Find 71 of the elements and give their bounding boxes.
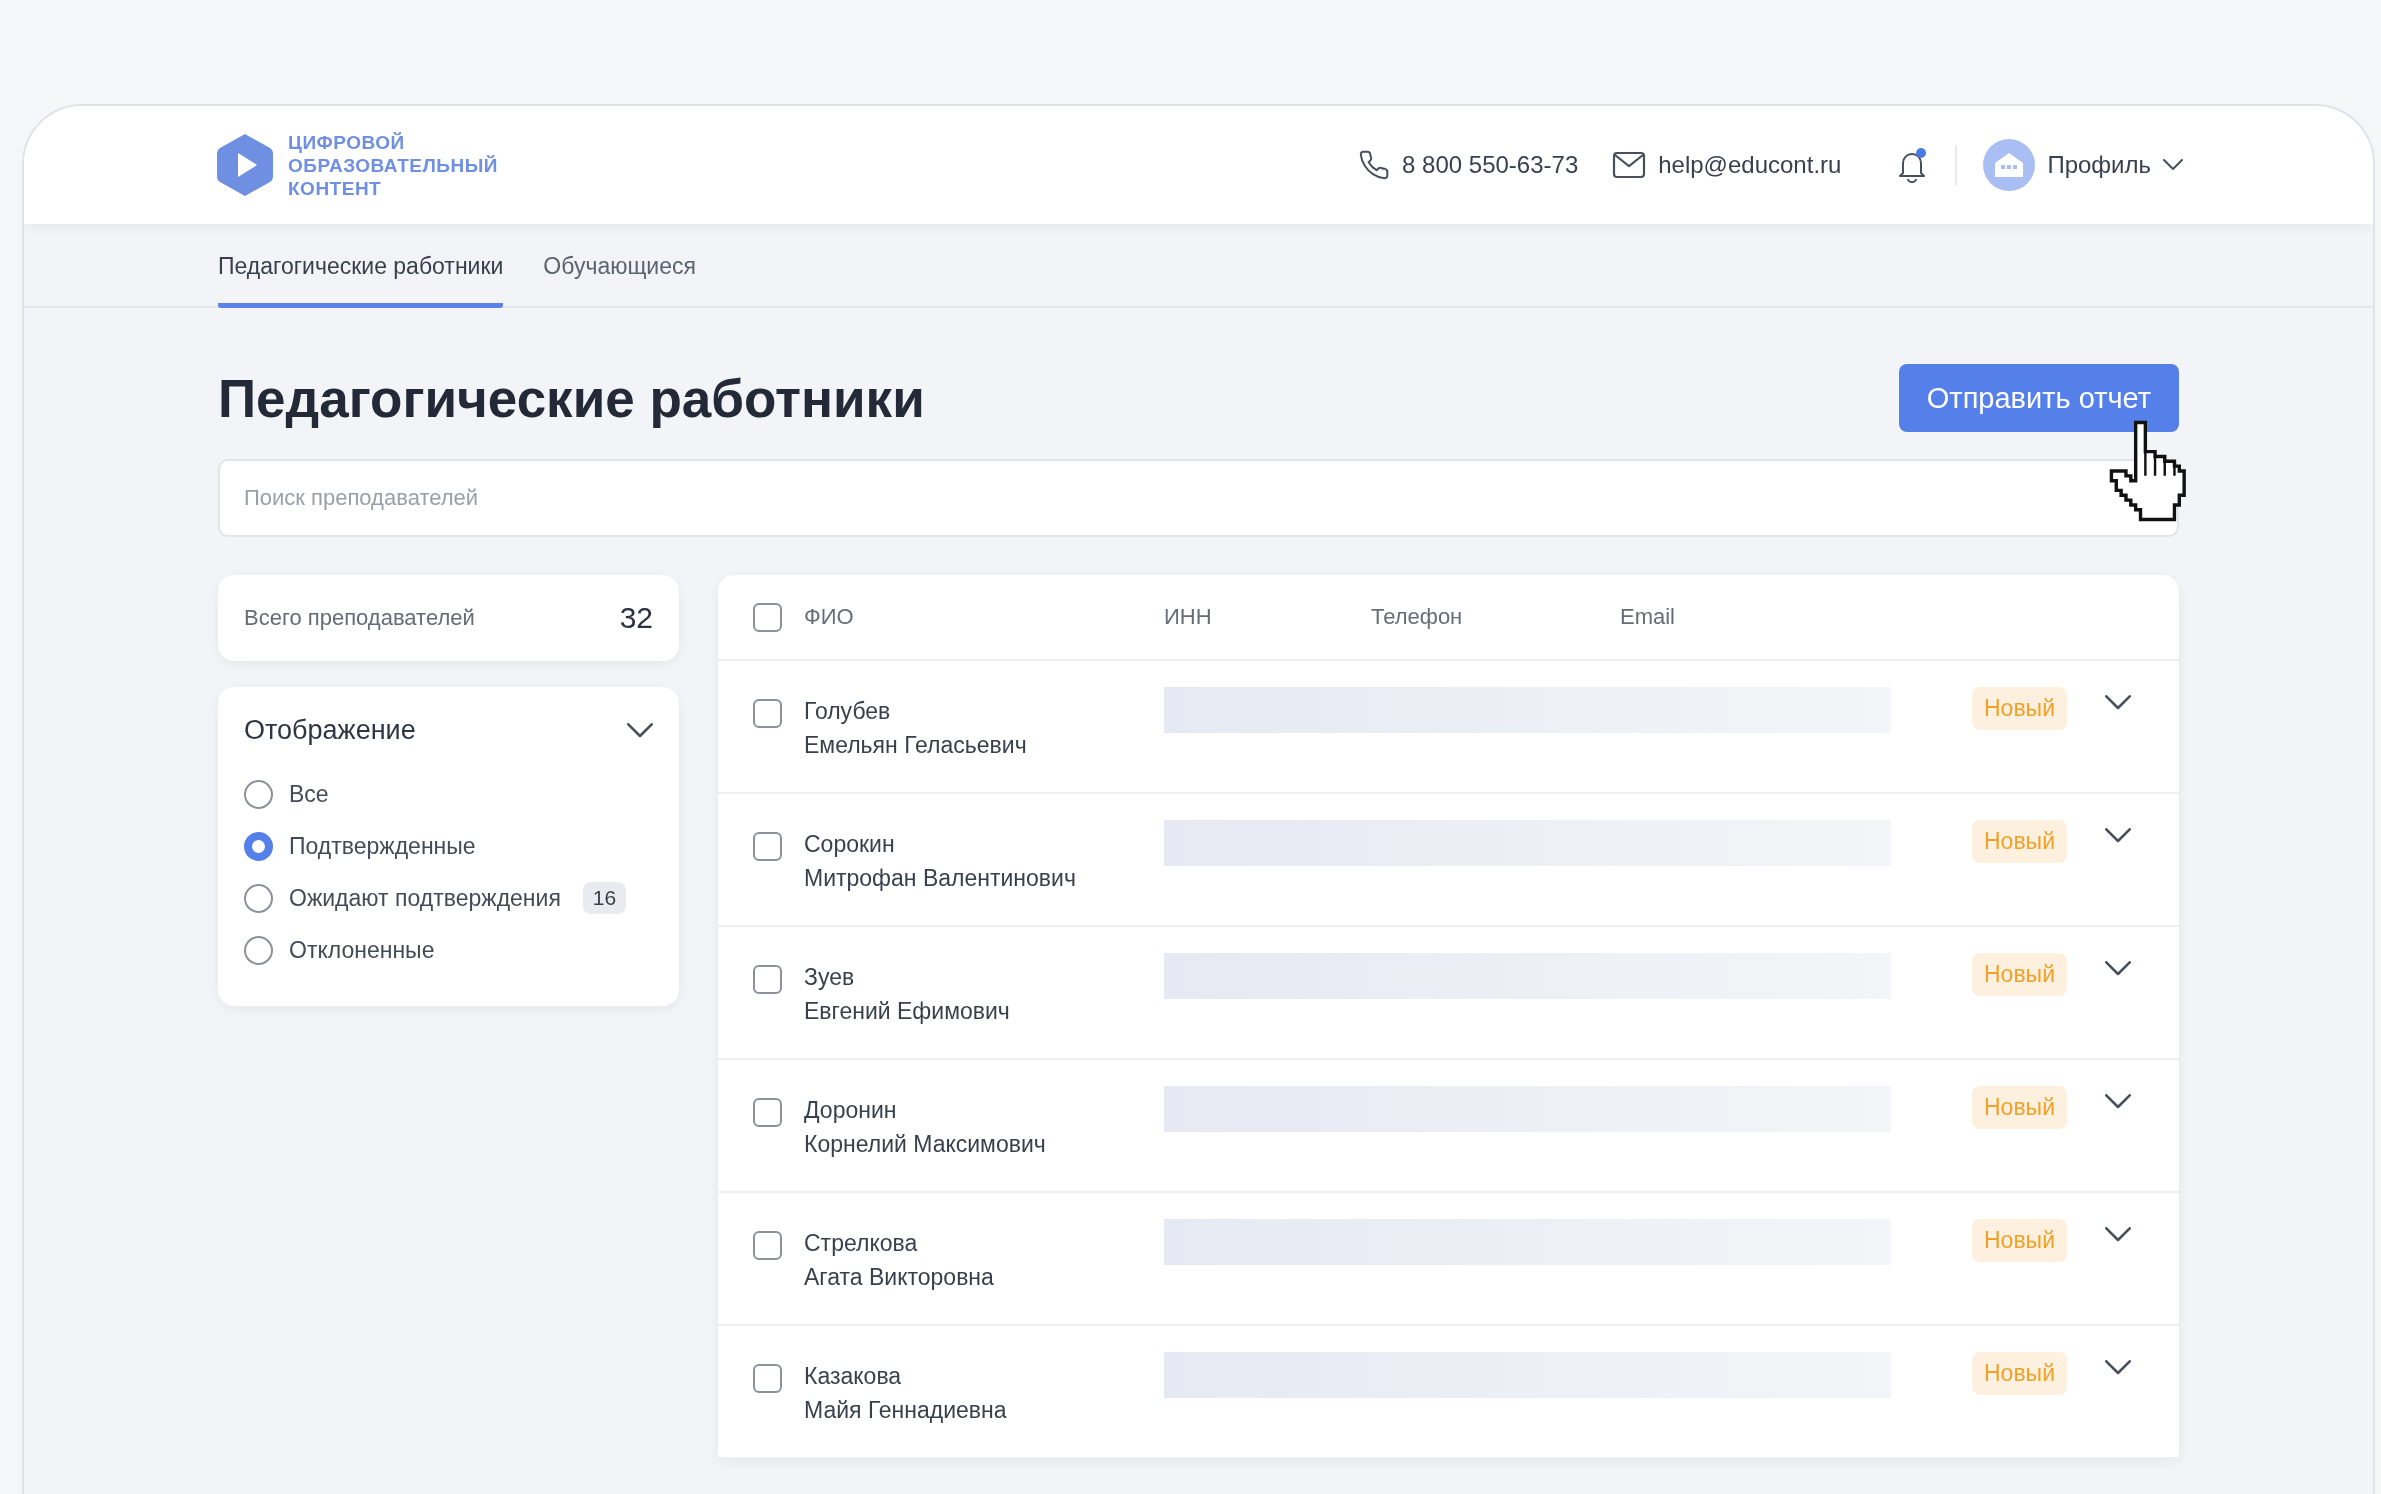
chevron-icon [2105,1227,2131,1243]
total-label: Всего преподавателей [244,605,475,631]
expand-button[interactable] [2105,828,2131,844]
given-names: Емельян Геласьевич [804,731,1028,759]
expand-button[interactable] [2105,961,2131,977]
status-badge: Новый [1972,1219,2067,1262]
radio-button[interactable] [244,883,273,913]
total-count: 32 [619,601,653,635]
radio-button[interactable] [244,831,273,861]
email-address: help@educont.ru [1658,151,1842,179]
given-names: Майя Геннадиевна [804,1396,1008,1424]
row-checkbox[interactable] [753,1231,782,1260]
expand-button[interactable] [2105,695,2131,711]
select-all-checkbox[interactable] [753,602,782,632]
filter-title: Отображение [244,715,416,746]
chevron-icon [2105,695,2131,711]
logo-text: ЦИФРОВОЙ ОБРАЗОВАТЕЛЬНЫЙ КОНТЕНТ [288,130,498,200]
send-report-button[interactable]: Отправить отчет [1898,364,2179,432]
expand-button[interactable] [2105,1094,2131,1110]
chevron-icon [627,722,653,739]
status-badge: Новый [1972,1352,2067,1395]
surname: Стрелкова [804,1229,919,1257]
surname: Казакова [804,1362,903,1390]
option-label: Отклоненные [289,936,435,964]
option-label: Все [289,780,329,808]
phone-number: 8 800 550-63-73 [1402,151,1579,179]
chevron-icon [2105,828,2131,844]
row-checkbox[interactable] [753,699,782,728]
expand-button[interactable] [2105,1360,2131,1376]
row-checkbox[interactable] [753,1098,782,1127]
status-badge: Новый [1972,687,2067,730]
avatar-icon [1983,139,2036,191]
page-title: Педагогические работники [218,367,925,429]
column-header: Телефон [1371,604,1464,630]
status-badge: Новый [1972,953,2067,996]
column-header: ИНН [1164,604,1213,630]
column-header: ФИО [804,604,855,630]
profile-menu[interactable]: Профиль [1983,139,2183,191]
envelope-icon [1612,151,1647,179]
hand-cursor-icon [2108,420,2189,522]
chevron-icon [2105,961,2131,977]
search-field[interactable]: Поиск преподавателей [218,459,2179,537]
row-checkbox[interactable] [753,1364,782,1393]
chevron-icon [2105,1094,2131,1110]
radio-button[interactable] [244,779,273,809]
nav-tab[interactable]: Обучающиеся [543,224,696,308]
given-names: Евгений Ефимович [804,997,1011,1025]
surname: Голубев [804,697,892,725]
chevron-icon [2105,1360,2131,1376]
phone-link[interactable]: 8 800 550-63-73 [1358,149,1579,181]
row-checkbox[interactable] [753,965,782,994]
option-label: Подтвержденные [289,832,476,860]
play-hexagon-icon [216,132,274,198]
column-header: Email [1620,604,1676,630]
given-names: Корнелий Максимович [804,1130,1047,1158]
option-label: Ожидают подтверждения [289,884,561,912]
phone-icon [1358,149,1391,181]
surname: Доронин [804,1096,898,1124]
status-badge: Новый [1972,820,2067,863]
given-names: Агата Викторовна [804,1263,995,1291]
surname: Сорокин [804,830,896,858]
count-badge: 16 [582,882,627,914]
radio-button[interactable] [244,935,273,965]
caret-icon [2163,159,2183,171]
row-checkbox[interactable] [753,832,782,861]
nav-tab[interactable]: Педагогические работники [218,224,504,308]
email-link[interactable]: help@educont.ru [1612,151,1842,179]
status-badge: Новый [1972,1086,2067,1129]
expand-button[interactable] [2105,1227,2131,1243]
surname: Зуев [804,963,856,991]
given-names: Митрофан Валентинович [804,864,1077,892]
